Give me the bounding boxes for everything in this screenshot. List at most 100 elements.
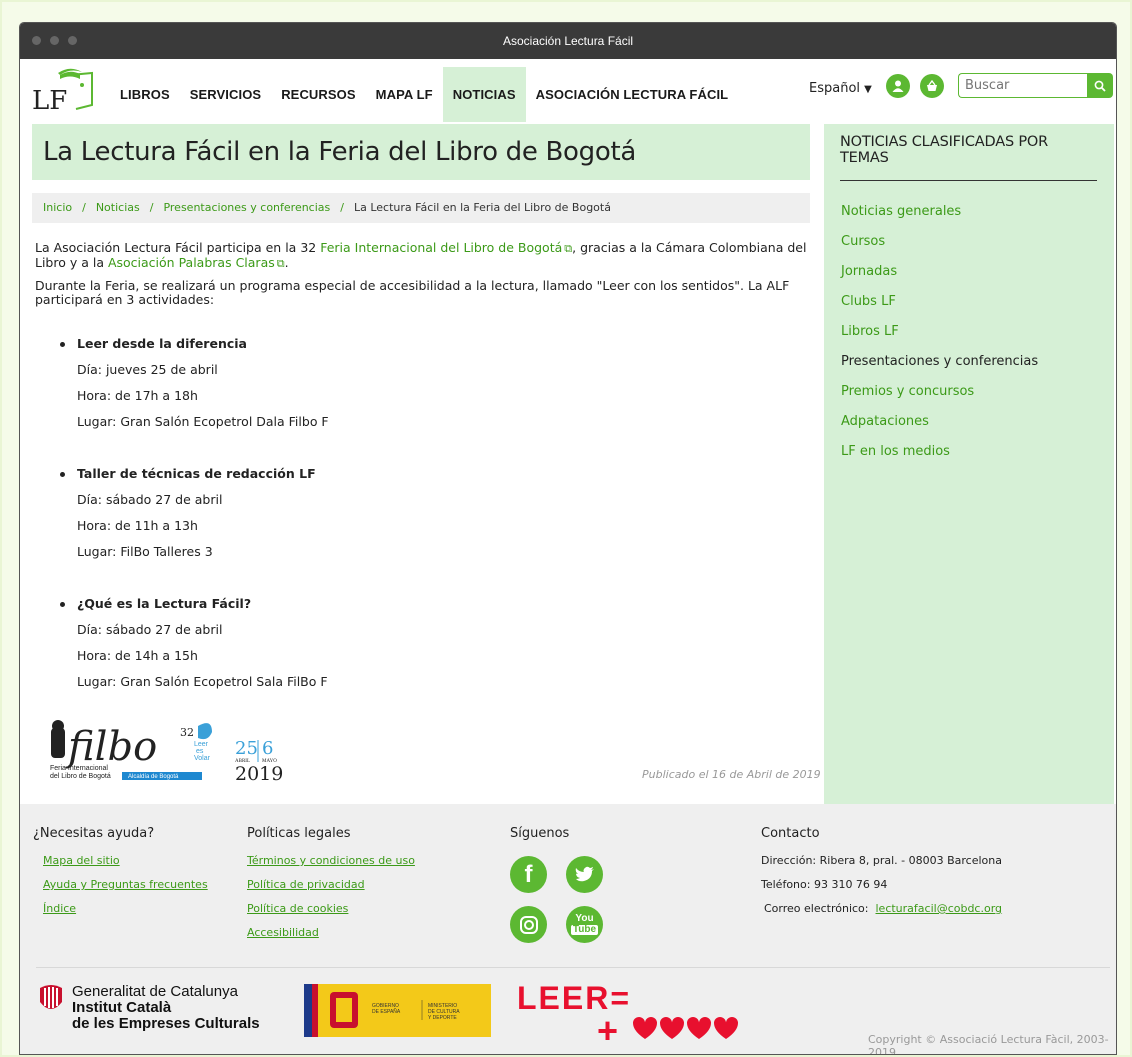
topics-sidebar: NOTICIAS CLASIFICADAS POR TEMAS Noticias… bbox=[824, 124, 1114, 804]
footer-contact: Contacto Dirección: Ribera 8, pral. - 08… bbox=[761, 826, 1002, 921]
instagram-icon[interactable] bbox=[510, 906, 547, 943]
leer-mas-logo: LEER= + bbox=[517, 980, 738, 1047]
breadcrumb-noticias[interactable]: Noticias bbox=[96, 201, 140, 214]
lf-logo[interactable]: LF bbox=[30, 65, 100, 113]
generalitat-emblem bbox=[40, 985, 62, 1009]
basket-icon[interactable] bbox=[920, 74, 944, 98]
contact-email-label: Correo electrónico: bbox=[764, 902, 869, 915]
footer-link-privacy[interactable]: Política de privacidad bbox=[247, 873, 415, 897]
plus-text: + bbox=[597, 1010, 618, 1047]
facebook-icon[interactable]: f bbox=[510, 856, 547, 893]
search-box bbox=[958, 73, 1113, 100]
window-title: Asociación Lectura Fácil bbox=[502, 34, 634, 48]
youtube-text: Tube bbox=[570, 924, 599, 935]
site-header: LF LIBROS SERVICIOS RECURSOS MAPA LF NOT… bbox=[20, 59, 1116, 122]
youtube-text: You bbox=[575, 913, 594, 924]
contact-phone: Teléfono: 93 310 76 94 bbox=[761, 878, 888, 891]
footer-legal-title: Políticas legales bbox=[247, 826, 351, 841]
activity-time: Hora: de 14h a 15h bbox=[77, 648, 198, 663]
activity-title: Taller de técnicas de redacción LF bbox=[60, 467, 810, 481]
gobierno-text: DE ESPAÑA bbox=[372, 1008, 401, 1015]
palabras-claras-link[interactable]: Asociación Palabras Claras bbox=[108, 255, 275, 270]
topic-noticias-generales[interactable]: Noticias generales bbox=[841, 197, 1114, 227]
footer-contact-title: Contacto bbox=[761, 826, 820, 841]
user-icon[interactable] bbox=[886, 74, 910, 98]
search-button[interactable] bbox=[1087, 73, 1113, 98]
topic-cursos[interactable]: Cursos bbox=[841, 227, 1114, 257]
nav-noticias[interactable]: NOTICIAS bbox=[442, 67, 526, 122]
activity-item: Taller de técnicas de redacción LF Día: … bbox=[60, 467, 810, 565]
breadcrumb-separator: / bbox=[340, 201, 344, 214]
footer-help-title: ¿Necesitas ayuda? bbox=[33, 826, 155, 841]
topic-presentaciones[interactable]: Presentaciones y conferencias bbox=[841, 347, 1114, 377]
search-input[interactable] bbox=[958, 73, 1087, 98]
volar-text: Volar bbox=[194, 755, 211, 762]
maximize-window-button[interactable] bbox=[68, 36, 77, 45]
nav-libros[interactable]: LIBROS bbox=[110, 67, 180, 122]
breadcrumb-separator: / bbox=[82, 201, 86, 214]
topic-adaptaciones[interactable]: Adpataciones bbox=[841, 407, 1114, 437]
footer-link-index[interactable]: Índice bbox=[33, 897, 208, 921]
footer-link-sitemap[interactable]: Mapa del sitio bbox=[33, 849, 208, 873]
activity-place: Lugar: FilBo Talleres 3 bbox=[77, 544, 213, 559]
minimize-window-button[interactable] bbox=[50, 36, 59, 45]
activity-day: Día: sábado 27 de abril bbox=[77, 492, 223, 507]
activity-place: Lugar: Gran Salón Ecopetrol Dala Filbo F bbox=[77, 414, 329, 429]
filbo-badge: Alcaldía de Bogotá bbox=[128, 774, 179, 780]
topic-jornadas[interactable]: Jornadas bbox=[841, 257, 1114, 287]
search-icon bbox=[1094, 80, 1106, 92]
external-link-icon: ⧉ bbox=[276, 257, 285, 270]
nav-recursos[interactable]: RECURSOS bbox=[271, 67, 365, 122]
youtube-icon[interactable]: You Tube bbox=[566, 906, 603, 943]
breadcrumb-current: La Lectura Fácil en la Feria del Libro d… bbox=[353, 201, 611, 214]
topic-lf-medios[interactable]: LF en los medios bbox=[841, 437, 1114, 467]
footer-social-title: Síguenos bbox=[510, 826, 570, 841]
published-date: Publicado el 16 de Abril de 2019 bbox=[642, 768, 821, 781]
breadcrumb-inicio[interactable]: Inicio bbox=[43, 201, 72, 214]
activity-day: Día: sábado 27 de abril bbox=[77, 622, 223, 637]
title-bar: Asociación Lectura Fácil bbox=[20, 23, 1116, 59]
nav-mapa-lf[interactable]: MAPA LF bbox=[366, 67, 443, 122]
footer-social: Síguenos bbox=[510, 826, 569, 849]
filbo-link[interactable]: Feria Internacional del Libro de Bogotá bbox=[320, 240, 562, 255]
breadcrumb-presentaciones[interactable]: Presentaciones y conferencias bbox=[163, 201, 330, 214]
footer-legal: Políticas legales Términos y condiciones… bbox=[247, 826, 415, 945]
topic-premios[interactable]: Premios y concursos bbox=[841, 377, 1114, 407]
es-text: es bbox=[196, 748, 204, 755]
topic-libros-lf[interactable]: Libros LF bbox=[841, 317, 1114, 347]
filbo-tagline: Feria Internacional bbox=[50, 765, 108, 772]
footer-help: ¿Necesitas ayuda? Mapa del sitio Ayuda y… bbox=[33, 826, 208, 921]
window-controls bbox=[32, 36, 77, 45]
filbo-date-start: 25 bbox=[235, 738, 258, 759]
activity-title: ¿Qué es la Lectura Fácil? bbox=[60, 597, 810, 611]
breadcrumb: Inicio / Noticias / Presentaciones y confere… bbox=[32, 193, 810, 223]
breadcrumb-separator: / bbox=[149, 201, 154, 214]
twitter-icon[interactable] bbox=[566, 856, 603, 893]
leer-text: Leer bbox=[194, 741, 209, 748]
page-title: La Lectura Fácil en la Feria del Libro d… bbox=[43, 137, 637, 167]
browser-window: Asociación Lectura Fácil LF LIBROS SERVI… bbox=[19, 22, 1117, 1055]
filbo-wordmark: filbo bbox=[65, 724, 157, 770]
article-body: La Asociación Lectura Fácil participa en… bbox=[35, 241, 810, 695]
page-title-band: La Lectura Fácil en la Feria del Libro d… bbox=[32, 124, 810, 180]
contact-email-link[interactable]: lecturafacil@cobdc.org bbox=[876, 902, 1003, 915]
close-window-button[interactable] bbox=[32, 36, 41, 45]
footer-divider bbox=[36, 967, 1110, 968]
footer-link-cookies[interactable]: Política de cookies bbox=[247, 897, 415, 921]
footer-link-accessibility[interactable]: Accesibilidad bbox=[247, 921, 415, 945]
language-selector[interactable]: Español ▼ bbox=[809, 81, 872, 96]
chevron-down-icon: ▼ bbox=[864, 84, 872, 95]
intro-text: . bbox=[284, 255, 289, 270]
generalitat-logo: Generalitat de Catalunya Institut Català… bbox=[38, 984, 260, 1032]
copyright: Copyright © Associació Lectura Fàcil, 20… bbox=[868, 1033, 1109, 1055]
activity-title: Leer desde la diferencia bbox=[60, 337, 810, 351]
footer-link-terms[interactable]: Términos y condiciones de uso bbox=[247, 849, 415, 873]
contact-email-row: Correo electrónico: lecturafacil@cobdc.o… bbox=[761, 897, 1002, 921]
topic-clubs-lf[interactable]: Clubs LF bbox=[841, 287, 1114, 317]
filbo-year: 2019 bbox=[235, 763, 283, 785]
nav-asociacion[interactable]: ASOCIACIÓN LECTURA FÁCIL bbox=[526, 67, 739, 122]
footer-link-faq[interactable]: Ayuda y Preguntas frecuentes bbox=[33, 873, 208, 897]
nav-servicios[interactable]: SERVICIOS bbox=[180, 67, 271, 122]
ministerio-text: Y DEPORTE bbox=[428, 1015, 457, 1021]
filbo-edition: 32 bbox=[180, 726, 194, 739]
